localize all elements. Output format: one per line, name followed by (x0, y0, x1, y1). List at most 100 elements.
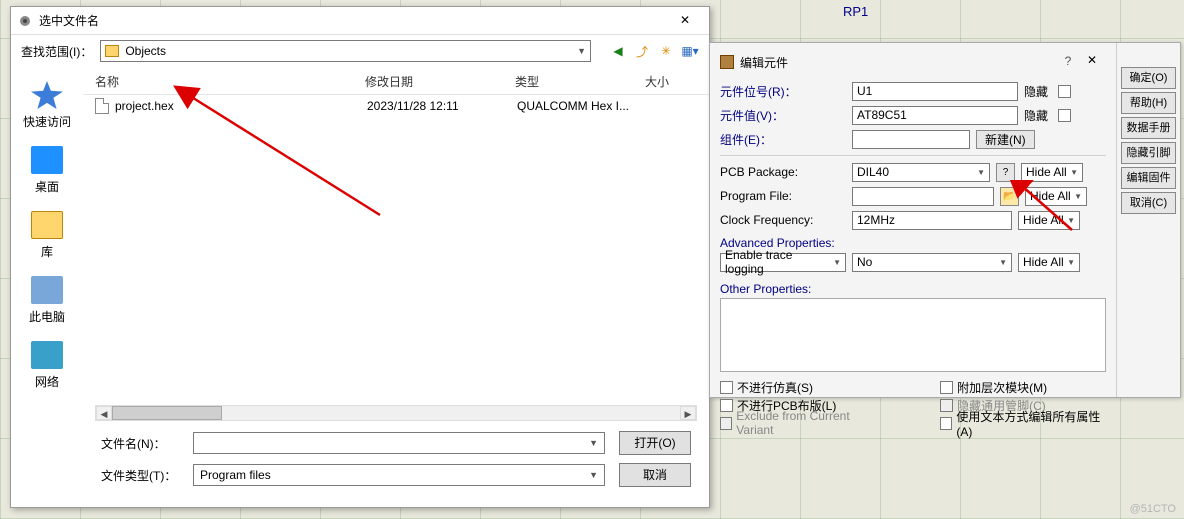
filename-combo[interactable]: ▼ (193, 432, 605, 454)
back-icon[interactable]: ◀ (609, 42, 627, 60)
exclude-variant-label: Exclude from Current Variant (736, 409, 880, 437)
clock-vis-select[interactable]: Hide All▼ (1018, 211, 1080, 230)
ref-label: 元件位号(R)： (720, 83, 846, 100)
h-scrollbar[interactable]: ◀ ▶ (95, 405, 697, 421)
no-pcb-checkbox[interactable] (720, 399, 733, 412)
app-icon (17, 13, 33, 29)
pcb-vis-select[interactable]: Hide All▼ (1021, 163, 1083, 182)
datasheet-button[interactable]: 数据手册(D) (1121, 117, 1176, 139)
file-dialog-title: 选中文件名 (39, 12, 667, 29)
col-date[interactable]: 修改日期 (365, 73, 515, 90)
hide-label: 隐藏 (1024, 107, 1052, 124)
attach-module-checkbox[interactable] (940, 381, 953, 394)
up-icon[interactable]: ⤴ (633, 42, 651, 60)
no-sim-label: 不进行仿真(S) (737, 379, 813, 396)
view-menu-icon[interactable]: ▦▾ (681, 42, 699, 60)
lookup-row: 查找范围(I)： Objects ▼ ◀ ⤴ ✳ ▦▾ (11, 35, 709, 67)
clock-value: 12MHz (857, 213, 895, 227)
file-dialog-titlebar[interactable]: 选中文件名 ✕ (11, 7, 709, 35)
close-button[interactable]: ✕ (667, 10, 703, 32)
text-edit-checkbox[interactable] (940, 417, 952, 430)
clock-label: Clock Frequency: (720, 213, 846, 227)
place-network[interactable]: 网络 (11, 335, 83, 396)
cancel-button[interactable]: 取消(C) (1121, 192, 1176, 214)
clock-input[interactable]: 12MHz (852, 211, 1012, 230)
file-icon (95, 98, 109, 114)
hideall-value: Hide All (1026, 165, 1067, 179)
nav-toolbar: ◀ ⤴ ✳ ▦▾ (609, 42, 699, 60)
place-thispc-label: 此电脑 (29, 310, 65, 324)
ref-value: U1 (857, 84, 872, 98)
component-icon (720, 55, 734, 69)
place-thispc[interactable]: 此电脑 (11, 270, 83, 331)
file-type: QUALCOMM Hex I... (517, 99, 647, 113)
other-props-textarea[interactable] (720, 298, 1106, 372)
exclude-variant-checkbox (720, 417, 732, 430)
val-value: AT89C51 (857, 108, 907, 122)
filetype-combo[interactable]: Program files▼ (193, 464, 605, 486)
pcb-value: DIL40 (857, 165, 889, 179)
scroll-left-icon[interactable]: ◀ (96, 406, 112, 420)
prog-vis-select[interactable]: Hide All▼ (1025, 187, 1087, 206)
no-sim-checkbox[interactable] (720, 381, 733, 394)
file-list-area: 名称 修改日期 类型 大小 project.hex 2023/11/28 12:… (83, 67, 709, 507)
places-bar: 快速访问 桌面 库 此电脑 网络 (11, 67, 83, 507)
adv-val-select[interactable]: No▼ (852, 253, 1012, 272)
lookup-label: 查找范围(I)： (21, 43, 92, 60)
ref-input[interactable]: U1 (852, 82, 1018, 101)
hide-pins-checkbox (940, 399, 953, 412)
pcb-label: PCB Package: (720, 165, 846, 179)
val-label: 元件值(V)： (720, 107, 846, 124)
place-library[interactable]: 库 (11, 205, 83, 266)
folder-icon (105, 45, 119, 57)
chevron-down-icon: ▼ (589, 438, 598, 448)
scroll-thumb[interactable] (112, 406, 222, 420)
help-button[interactable]: 帮助(H) (1121, 92, 1176, 114)
help-icon[interactable]: ? (1058, 53, 1078, 71)
adv-vis-select[interactable]: Hide All▼ (1018, 253, 1080, 272)
folder-combo[interactable]: Objects ▼ (100, 40, 591, 62)
scroll-right-icon[interactable]: ▶ (680, 406, 696, 420)
col-type[interactable]: 类型 (515, 73, 645, 90)
filetype-label: 文件类型(T)： (101, 467, 179, 484)
val-input[interactable]: AT89C51 (852, 106, 1018, 125)
hide-val-checkbox[interactable] (1058, 109, 1071, 122)
col-name[interactable]: 名称 (95, 73, 365, 90)
edit-component-dialog: 编辑元件 ? ✕ 元件位号(R)： U1 隐藏 元件值(V)： AT89C51 … (709, 42, 1181, 398)
comp-label: 组件(E)： (720, 131, 846, 148)
ok-button[interactable]: 确定(O) (1121, 67, 1176, 89)
pcb-lookup-button[interactable]: ? (996, 163, 1015, 182)
col-size[interactable]: 大小 (645, 73, 695, 90)
pcb-select[interactable]: DIL40▼ (852, 163, 990, 182)
hide-ref-checkbox[interactable] (1058, 85, 1071, 98)
filetype-value: Program files (200, 468, 271, 482)
hidden-pins-button[interactable]: 隐藏引脚(P) (1121, 142, 1176, 164)
prog-label: Program File: (720, 189, 846, 203)
place-network-label: 网络 (35, 375, 59, 389)
dialog-buttons: 确定(O) 帮助(H) 数据手册(D) 隐藏引脚(P) 编辑固件(F) 取消(C… (1116, 43, 1180, 397)
new-component-button[interactable]: 新建(N) (976, 130, 1035, 149)
prog-input[interactable] (852, 187, 994, 206)
cancel-button[interactable]: 取消 (619, 463, 691, 487)
component-ref-label: RP1 (843, 4, 868, 19)
file-date: 2023/11/28 12:11 (367, 99, 517, 113)
adv-prop-value: Enable trace logging (725, 248, 833, 276)
prop-dialog-title: 编辑元件 (740, 54, 788, 71)
chevron-down-icon: ▼ (577, 46, 586, 56)
edit-firmware-button[interactable]: 编辑固件(F) (1121, 167, 1176, 189)
place-library-label: 库 (41, 245, 53, 259)
adv-prop-select[interactable]: Enable trace logging▼ (720, 253, 846, 272)
close-button[interactable]: ✕ (1078, 53, 1106, 71)
prog-browse-button[interactable]: 📂 (1000, 187, 1019, 206)
adv-val-value: No (857, 255, 872, 269)
place-quick-label: 快速访问 (23, 115, 71, 129)
other-label: Other Properties: (720, 282, 1106, 296)
open-button[interactable]: 打开(O) (619, 431, 691, 455)
file-row[interactable]: project.hex 2023/11/28 12:11 QUALCOMM He… (83, 95, 709, 117)
comp-input[interactable] (852, 130, 970, 149)
new-folder-icon[interactable]: ✳ (657, 42, 675, 60)
column-headers[interactable]: 名称 修改日期 类型 大小 (83, 67, 709, 95)
place-quick[interactable]: 快速访问 (11, 75, 83, 136)
text-edit-label: 使用文本方式编辑所有属性(A) (956, 408, 1106, 439)
place-desktop[interactable]: 桌面 (11, 140, 83, 201)
